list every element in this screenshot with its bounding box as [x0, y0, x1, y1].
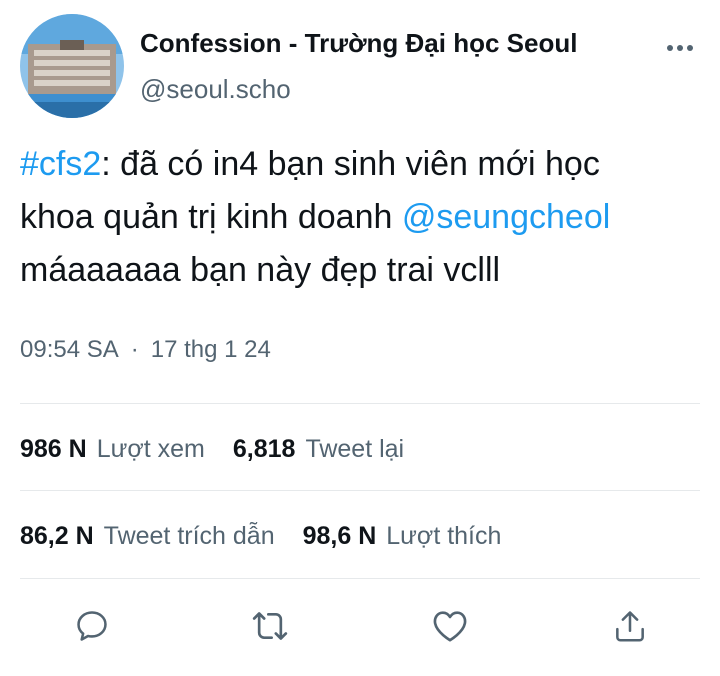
share-icon — [616, 611, 644, 642]
tweet-line-3: máaaaaaa bạn này đẹp trai vclll — [20, 251, 501, 289]
tweet-line-1: #cfs2: đã có in4 bạn sinh viên mới học — [20, 138, 700, 191]
like-icon — [433, 611, 467, 642]
retweet-button[interactable] — [248, 604, 292, 648]
quotes-label: Tweet trích dẫn — [103, 522, 275, 550]
quotes-stat[interactable]: 86,2 N Tweet trích dẫn — [20, 522, 275, 551]
tweet-date: 17 thg 1 24 — [150, 336, 271, 363]
reply-button[interactable] — [70, 604, 114, 648]
retweets-count: 6,818 — [232, 435, 296, 463]
stats-row-2: 86,2 N Tweet trích dẫn 98,6 N Lượt thích — [20, 522, 529, 551]
separator-dot: · — [130, 336, 139, 363]
stats-row-1: 986 N Lượt xem 6,818 Tweet lại — [20, 435, 432, 464]
divider — [20, 578, 700, 579]
likes-stat[interactable]: 98,6 N Lượt thích — [303, 522, 502, 551]
tweet-text-part: : đã có in4 bạn sinh viên mới học — [101, 145, 600, 183]
quotes-count: 86,2 N — [20, 522, 94, 550]
tweet-timestamp[interactable]: 09:54 SA · 17 thg 1 24 — [20, 336, 271, 364]
views-label: Lượt xem — [96, 435, 205, 463]
likes-count: 98,6 N — [302, 522, 377, 550]
divider — [20, 490, 700, 491]
retweets-stat[interactable]: 6,818 Tweet lại — [233, 435, 404, 464]
avatar[interactable] — [20, 14, 124, 118]
likes-label: Lượt thích — [386, 522, 502, 550]
mention-link[interactable]: @seungcheol — [402, 198, 610, 236]
tweet-text-part: khoa quản trị kinh doanh — [20, 198, 402, 236]
action-bar — [0, 604, 720, 652]
account-handle[interactable]: @seoul.scho — [140, 74, 291, 105]
hashtag-link[interactable]: #cfs2 — [20, 145, 101, 183]
reply-icon — [77, 611, 107, 641]
views-stat[interactable]: 986 N Lượt xem — [20, 435, 205, 464]
tweet-text: #cfs2: đã có in4 bạn sinh viên mới học k… — [20, 138, 700, 297]
retweet-icon — [252, 612, 288, 640]
like-button[interactable] — [428, 604, 472, 648]
divider — [20, 403, 700, 404]
building-photo-icon — [20, 14, 124, 118]
retweets-label: Tweet lại — [305, 435, 405, 463]
share-button[interactable] — [608, 604, 652, 648]
more-options-icon[interactable] — [662, 34, 698, 62]
tweet-line-2: khoa quản trị kinh doanh @seungcheol — [20, 191, 700, 244]
display-name[interactable]: Confession - Trường Đại học Seoul — [140, 28, 577, 59]
views-count: 986 N — [20, 435, 87, 463]
tweet-time: 09:54 SA — [20, 336, 119, 363]
